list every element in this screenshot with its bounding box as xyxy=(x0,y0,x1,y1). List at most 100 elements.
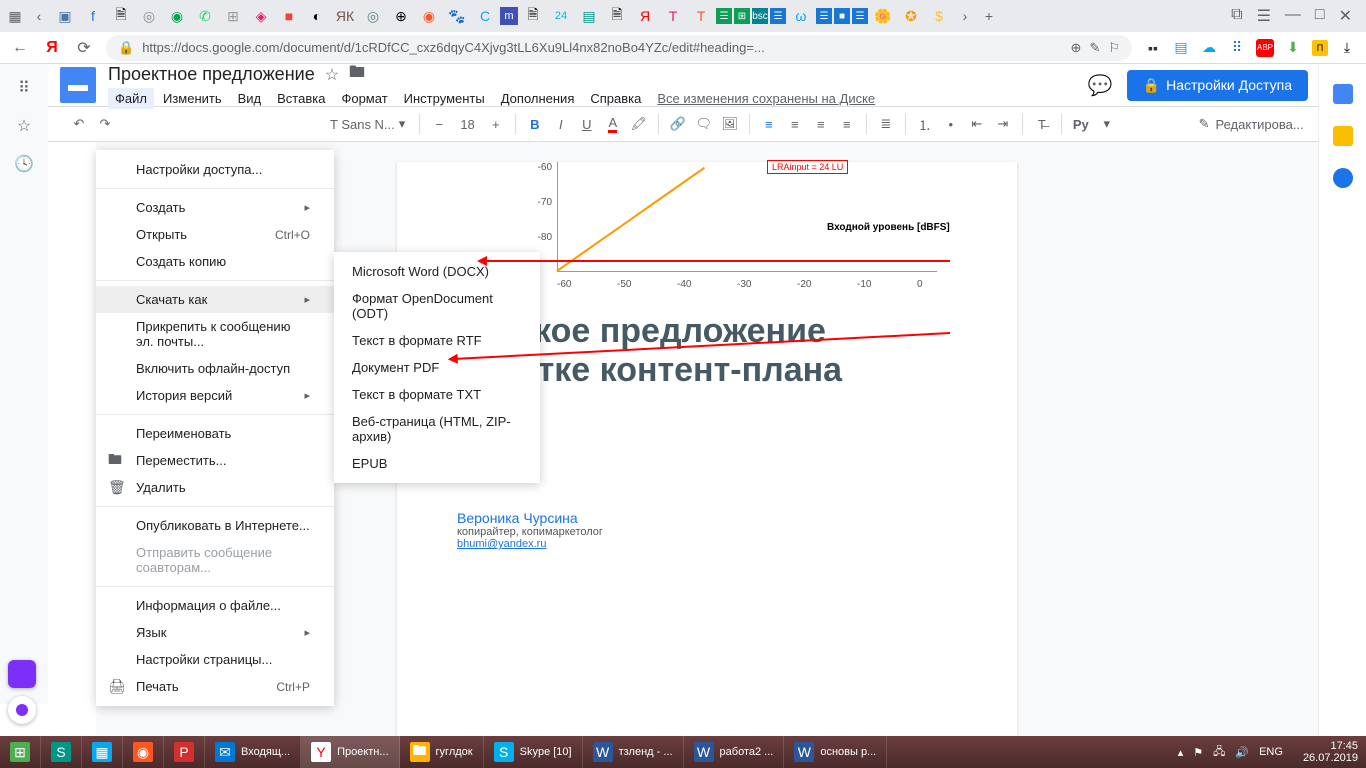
comments-icon[interactable]: 💬 xyxy=(1088,73,1113,98)
panel-icon[interactable]: ⧉ xyxy=(1231,6,1242,26)
menu-item-publish[interactable]: Опубликовать в Интернете... xyxy=(96,512,334,539)
tab-17[interactable]: m xyxy=(500,7,518,25)
tab-19[interactable]: 24 xyxy=(548,3,574,29)
docs-logo-icon[interactable]: ▬ xyxy=(60,67,96,103)
menu-item-print[interactable]: 🖨ПечатьCtrl+P xyxy=(96,673,334,700)
taskbar-app-folder[interactable]: 🖿гуглдок xyxy=(400,736,484,768)
tab-wa[interactable]: ✆ xyxy=(192,3,218,29)
tab-28[interactable]: ☰ xyxy=(770,8,786,24)
ext-3-icon[interactable]: ☁ xyxy=(1200,39,1218,57)
numlist-icon[interactable]: ⒈ xyxy=(914,113,936,135)
submenu-epub[interactable]: EPUB xyxy=(334,450,540,477)
document-title[interactable]: Проектное предложение xyxy=(108,64,315,85)
taskbar-app-4[interactable]: P xyxy=(164,736,205,768)
menu-item-attach[interactable]: Прикрепить к сообщению эл. почты... xyxy=(96,313,334,355)
menu-item-share[interactable]: Настройки доступа... xyxy=(96,156,334,183)
tab-31[interactable]: ■ xyxy=(834,8,850,24)
tab-7[interactable]: ⊞ xyxy=(220,3,246,29)
folder-icon[interactable]: 🖿 xyxy=(349,61,365,88)
tab-21[interactable]: 🗎 xyxy=(604,3,630,29)
new-tab-icon[interactable]: ▦ xyxy=(4,5,26,27)
image-icon[interactable]: 🖼 xyxy=(719,113,741,135)
tab-4[interactable]: ◎ xyxy=(136,3,162,29)
tab-12[interactable]: ◎ xyxy=(360,3,386,29)
tab-doc[interactable]: 🗎 xyxy=(108,3,134,29)
sidebar-apps-icon[interactable]: ⠿ xyxy=(18,78,30,98)
submenu-docx[interactable]: Microsoft Word (DOCX) xyxy=(334,258,540,285)
tray-clock[interactable]: 17:45 26.07.2019 xyxy=(1293,740,1358,764)
fontsize-inc[interactable]: + xyxy=(485,113,507,135)
tab-ya[interactable]: Я xyxy=(632,3,658,29)
underline-icon[interactable]: U xyxy=(576,113,598,135)
document-role[interactable]: копирайтер, копимаркетолог xyxy=(457,526,957,538)
document-author[interactable]: Вероника Чурсина xyxy=(457,510,957,526)
taskbar-app-word1[interactable]: Wтзленд - ... xyxy=(583,736,684,768)
tab-34[interactable]: ✪ xyxy=(898,3,924,29)
tab-29[interactable]: ω xyxy=(788,3,814,29)
tab-add-icon[interactable]: + xyxy=(978,5,1000,27)
taskbar-app-inbox[interactable]: ✉Входящ... xyxy=(205,736,301,768)
addon-tasks-icon[interactable] xyxy=(1333,168,1353,188)
menu-item-delete[interactable]: 🗑Удалить xyxy=(96,474,334,501)
tab-next-icon[interactable]: › xyxy=(954,5,976,27)
menu-item-copy[interactable]: Создать копию xyxy=(96,248,334,275)
menu-view[interactable]: Вид xyxy=(231,88,269,109)
fontsize-field[interactable]: 18 xyxy=(454,115,480,134)
reload-icon[interactable]: ⟳ xyxy=(74,38,94,58)
url-input[interactable]: 🔒 https://docs.google.com/document/d/1cR… xyxy=(106,35,1132,61)
addon-calendar-icon[interactable] xyxy=(1333,84,1353,104)
taskbar-app-2[interactable]: ▦ xyxy=(82,736,123,768)
tray-lang[interactable]: ENG xyxy=(1259,746,1283,758)
tab-11[interactable]: ЯК xyxy=(332,3,358,29)
tab-16[interactable]: С xyxy=(472,3,498,29)
share-button[interactable]: 🔒 Настройки Доступа xyxy=(1127,70,1308,101)
submenu-pdf[interactable]: Документ PDF xyxy=(334,354,540,381)
tab-30[interactable]: ☰ xyxy=(816,8,832,24)
tray-net-icon[interactable]: 🖧 xyxy=(1213,743,1225,762)
translate-icon[interactable]: ⊕ xyxy=(1071,40,1082,56)
yandex-widget-icon[interactable] xyxy=(8,660,36,688)
ext-5-icon[interactable]: ⬇ xyxy=(1284,39,1302,57)
bulletlist-icon[interactable]: • xyxy=(940,113,962,135)
italic-icon[interactable]: I xyxy=(550,113,572,135)
alice-icon[interactable] xyxy=(8,696,36,724)
textcolor-icon[interactable]: A xyxy=(602,113,624,135)
tab-26[interactable]: ⊞ xyxy=(734,8,750,24)
ime-icon[interactable]: Ру xyxy=(1070,113,1092,135)
menu-item-history[interactable]: История версий▸ xyxy=(96,382,334,409)
align-justify-icon[interactable]: ≡ xyxy=(836,113,858,135)
sidebar-history-icon[interactable]: 🕓 xyxy=(14,154,34,174)
tab-prev-icon[interactable]: ‹ xyxy=(28,5,50,27)
tab-8[interactable]: ◈ xyxy=(248,3,274,29)
menu-item-rename[interactable]: Переименовать xyxy=(96,420,334,447)
bookmark-icon[interactable]: ⚐ xyxy=(1108,40,1120,56)
ext-abp-icon[interactable]: ABP xyxy=(1256,39,1274,57)
tab-15[interactable]: 🐾 xyxy=(444,3,470,29)
tab-5[interactable]: ◉ xyxy=(164,3,190,29)
menu-item-open[interactable]: ОткрытьCtrl+O xyxy=(96,221,334,248)
menu-tools[interactable]: Инструменты xyxy=(397,88,492,109)
menu-addons[interactable]: Дополнения xyxy=(494,88,582,109)
tab-23[interactable]: T xyxy=(660,3,686,29)
font-select[interactable]: T Sans N... ▾ xyxy=(324,114,411,134)
ime-dropdown-icon[interactable]: ▾ xyxy=(1096,113,1118,135)
downloads-icon[interactable]: ⤓ xyxy=(1338,39,1356,57)
tab-25[interactable]: ☰ xyxy=(716,8,732,24)
linespacing-icon[interactable]: ≣ xyxy=(875,113,897,135)
edit-url-icon[interactable]: ✎ xyxy=(1089,40,1100,56)
undo-icon[interactable]: ↶ xyxy=(68,113,90,135)
ext-1-icon[interactable]: ▪▪ xyxy=(1144,39,1162,57)
tab-33[interactable]: 🌼 xyxy=(870,3,896,29)
menu-item-download[interactable]: Скачать как▸ xyxy=(96,286,334,313)
window-max-icon[interactable]: □ xyxy=(1315,6,1325,26)
menu-format[interactable]: Формат xyxy=(334,88,394,109)
clear-format-icon[interactable]: T̶ xyxy=(1031,113,1053,135)
tray-up-icon[interactable]: ▴ xyxy=(1178,746,1184,759)
submenu-txt[interactable]: Текст в формате TXT xyxy=(334,381,540,408)
tab-14[interactable]: ◉ xyxy=(416,3,442,29)
submenu-html[interactable]: Веб-страница (HTML, ZIP-архив) xyxy=(334,408,540,450)
menu-item-lang[interactable]: Язык▸ xyxy=(96,619,334,646)
tab-24[interactable]: T xyxy=(688,3,714,29)
taskbar-app-skype[interactable]: SSkype [10] xyxy=(484,736,583,768)
ext-2-icon[interactable]: ▤ xyxy=(1172,39,1190,57)
